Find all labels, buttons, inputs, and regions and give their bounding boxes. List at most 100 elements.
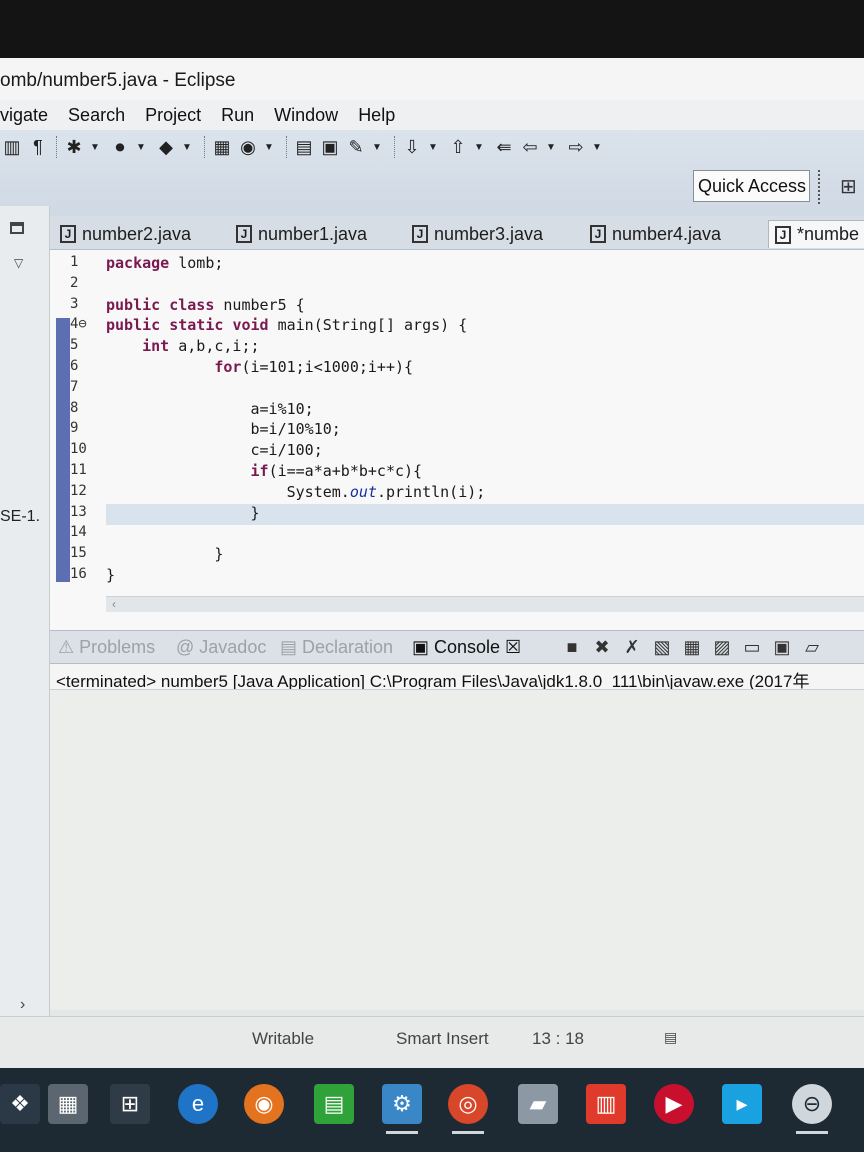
eclipse-window: omb/number5.java - Eclipse vigate Search… xyxy=(0,58,864,1068)
quick-access-input[interactable]: Quick Access xyxy=(693,170,810,202)
tab-problems[interactable]: ⚠ Problems xyxy=(58,637,155,658)
code-line[interactable]: public class number5 { xyxy=(106,296,864,317)
search-dropdown-icon[interactable]: ▼ xyxy=(370,136,384,158)
new-package-icon[interactable]: ▦ xyxy=(210,136,234,158)
menu-window[interactable]: Window xyxy=(274,105,338,126)
new-class-icon[interactable]: ◉ xyxy=(236,136,260,158)
view-menu-icon[interactable]: ▽ xyxy=(14,256,23,270)
next-annotation-dropdown-icon[interactable]: ▼ xyxy=(426,136,440,158)
line-number: 6 xyxy=(70,358,79,374)
menu-run[interactable]: Run xyxy=(221,105,254,126)
line-number: 15 xyxy=(70,545,87,562)
code-area[interactable]: package lomb; public class number5 {publi… xyxy=(106,250,864,590)
code-line[interactable] xyxy=(106,379,864,400)
tab-javadoc[interactable]: @ Javadoc xyxy=(176,637,266,658)
code-line[interactable]: b=i/10%10; xyxy=(106,420,864,441)
media-icon[interactable]: ▸ xyxy=(722,1084,762,1124)
forward-icon[interactable]: ⇨ xyxy=(564,136,588,158)
display-console-icon[interactable]: ▣ xyxy=(770,635,794,659)
tab-number3[interactable]: J number3.java xyxy=(412,220,543,248)
menu-bar: vigate Search Project Run Window Help xyxy=(0,100,864,130)
open-type-icon[interactable]: ▤ xyxy=(292,136,316,158)
line-number: 11 xyxy=(70,462,87,478)
back-dropdown-icon[interactable]: ▼ xyxy=(544,136,558,158)
tab-console[interactable]: ▣ Console ☒ xyxy=(412,637,521,658)
show-whitespace-icon[interactable]: ¶ xyxy=(26,136,50,158)
progress-icon[interactable]: ▤ xyxy=(664,1029,677,1046)
word-wrap-icon[interactable]: ▨ xyxy=(710,635,734,659)
next-annotation-icon[interactable]: ⇩ xyxy=(400,136,424,158)
terminate-icon[interactable]: ■ xyxy=(560,635,584,659)
back-icon[interactable]: ⇦ xyxy=(518,136,542,158)
tab-declaration[interactable]: ▤ Declaration xyxy=(280,637,393,658)
media-app-icon[interactable]: ◎ xyxy=(448,1084,488,1134)
tab-number1[interactable]: J number1.java xyxy=(236,220,367,248)
forward-dropdown-icon[interactable]: ▼ xyxy=(590,136,604,158)
tab-number2[interactable]: J number2.java xyxy=(60,220,191,248)
open-task-icon[interactable]: ▣ xyxy=(318,136,342,158)
title-bar: omb/number5.java - Eclipse xyxy=(0,58,864,100)
code-line[interactable] xyxy=(106,524,864,545)
tab-number4[interactable]: J number4.java xyxy=(590,220,721,248)
scroll-lock-icon[interactable]: ▦ xyxy=(680,635,704,659)
jre-label: SE-1. xyxy=(0,508,41,525)
clear-console-icon[interactable]: ▧ xyxy=(650,635,674,659)
search-icon[interactable]: ✎ xyxy=(344,136,368,158)
code-line[interactable] xyxy=(106,275,864,296)
last-edit-location-icon[interactable]: ⇚ xyxy=(492,136,516,158)
firefox-icon[interactable]: ◉ xyxy=(244,1084,284,1124)
toolbar-grip[interactable] xyxy=(818,170,824,204)
spreadsheet-icon[interactable]: ▤ xyxy=(314,1084,354,1124)
code-line[interactable]: for(i=101;i<1000;i++){ xyxy=(106,358,864,379)
java-file-icon: J xyxy=(60,225,76,243)
previous-annotation-icon[interactable]: ⇧ xyxy=(446,136,470,158)
browser-icon[interactable]: e xyxy=(178,1084,218,1124)
video-player-icon[interactable]: ▶ xyxy=(654,1084,694,1124)
app-icon[interactable]: ⊖ xyxy=(792,1084,832,1134)
change-ruler xyxy=(56,318,70,582)
menu-help[interactable]: Help xyxy=(358,105,395,126)
run-dropdown-icon[interactable]: ▼ xyxy=(134,136,148,158)
toggle-block-icon[interactable]: ▥ xyxy=(0,136,24,158)
remove-all-launches-icon[interactable]: ✗ xyxy=(620,635,644,659)
office-icon[interactable]: ▥ xyxy=(586,1084,626,1124)
code-line[interactable]: System.out.println(i); xyxy=(106,483,864,504)
external-tools-dropdown-icon[interactable]: ▼ xyxy=(180,136,194,158)
start-icon[interactable]: ❖ xyxy=(0,1084,40,1124)
line-number: 8 xyxy=(70,399,79,416)
console-output[interactable] xyxy=(50,690,864,1010)
remove-launch-icon[interactable]: ✖ xyxy=(590,635,614,659)
open-perspective-icon[interactable]: ⊞ xyxy=(840,174,857,199)
tab-label: number2.java xyxy=(82,223,192,244)
restore-icon[interactable] xyxy=(10,222,24,234)
chevron-right-icon[interactable]: › xyxy=(20,996,25,1014)
run-icon[interactable]: ⏺ xyxy=(108,136,132,158)
horizontal-scrollbar[interactable]: ‹ xyxy=(106,596,864,612)
new-class-dropdown-icon[interactable]: ▼ xyxy=(262,136,276,158)
menu-project[interactable]: Project xyxy=(145,105,201,126)
external-tools-icon[interactable]: ◆ xyxy=(154,136,178,158)
store-icon[interactable]: ⊞ xyxy=(110,1084,150,1124)
code-line[interactable]: package lomb; xyxy=(106,254,864,275)
code-line[interactable]: } xyxy=(106,503,864,525)
eclipse-taskbar-icon[interactable]: ⚙ xyxy=(382,1084,422,1134)
debug-icon[interactable]: ✱ xyxy=(62,136,86,158)
debug-dropdown-icon[interactable]: ▼ xyxy=(88,136,102,158)
code-line[interactable]: public static void main(String[] args) { xyxy=(106,316,864,337)
previous-annotation-dropdown-icon[interactable]: ▼ xyxy=(472,136,486,158)
pin-console-icon[interactable]: ▭ xyxy=(740,635,764,659)
code-line[interactable]: } xyxy=(106,545,864,566)
open-console-icon[interactable]: ▱ xyxy=(800,635,824,659)
code-line[interactable]: a=i%10; xyxy=(106,400,864,421)
java-file-icon: J xyxy=(412,225,428,243)
code-editor[interactable]: 1 2 3 4⊖ 5 6 7 8 9 10 11 12 13 14 15 16 package lomb; pu… xyxy=(50,250,864,650)
code-line[interactable]: if(i==a*a+b*b+c*c){ xyxy=(106,462,864,483)
document-icon[interactable]: ▰ xyxy=(518,1084,558,1124)
calculator-icon[interactable]: ▦ xyxy=(48,1084,88,1124)
code-line[interactable]: c=i/100; xyxy=(106,441,864,462)
menu-navigate[interactable]: vigate xyxy=(0,105,48,126)
code-line[interactable]: } xyxy=(106,566,864,587)
code-line[interactable]: int a,b,c,i;; xyxy=(106,337,864,358)
tab-number5[interactable]: J *numbe xyxy=(768,220,864,248)
menu-search[interactable]: Search xyxy=(68,105,125,126)
